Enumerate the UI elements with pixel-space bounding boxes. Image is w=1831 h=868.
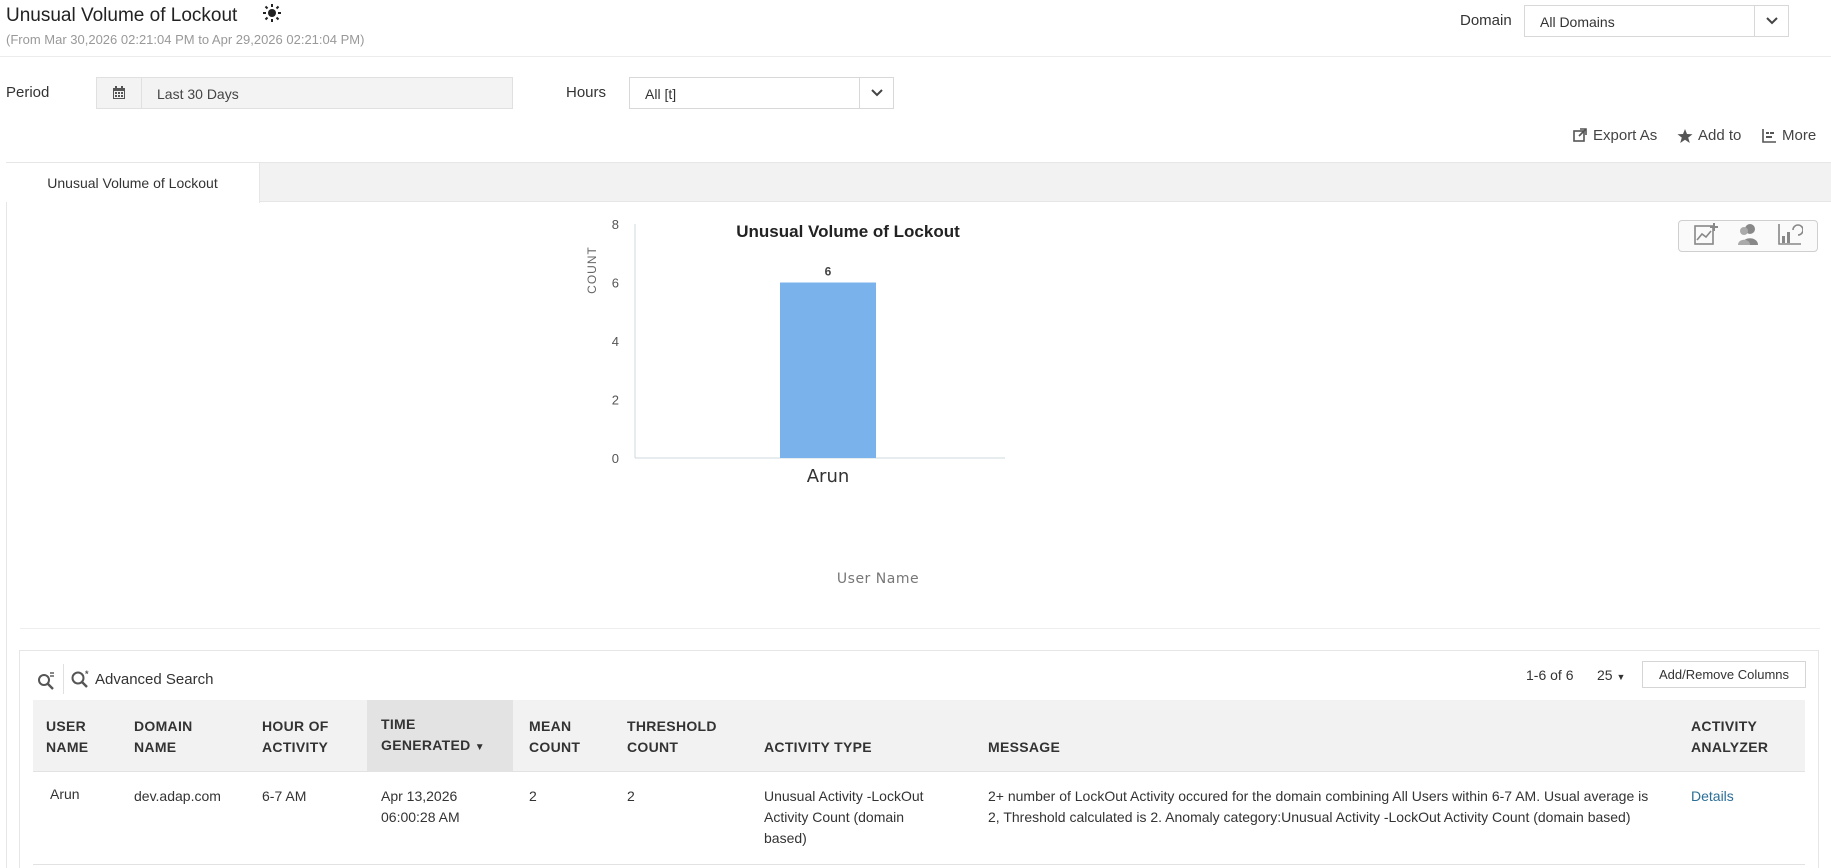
cell-message: 2+ number of LockOut Activity occured fo… xyxy=(988,788,1649,825)
date-range: (From Mar 30,2026 02:21:04 PM to Apr 29,… xyxy=(6,32,365,47)
row-divider xyxy=(33,864,1805,865)
column-activity-type[interactable]: ACTIVITY TYPE xyxy=(749,700,973,772)
bulb-icon[interactable] xyxy=(262,3,282,23)
col-line1: ACTIVITY xyxy=(1691,718,1758,734)
details-link[interactable]: Details xyxy=(1691,786,1734,807)
page-size-select[interactable]: 25 ▼ xyxy=(1597,667,1625,683)
svg-text:*: * xyxy=(85,670,89,679)
advanced-search-icon: * xyxy=(71,670,89,688)
advanced-search-button[interactable]: * Advanced Search xyxy=(70,670,213,688)
more-button[interactable]: More xyxy=(1762,127,1816,144)
header-divider xyxy=(0,56,1831,57)
col-line1: HOUR OF xyxy=(262,718,329,734)
domain-select[interactable]: All Domains xyxy=(1524,5,1789,37)
period-label: Period xyxy=(6,84,50,101)
more-label: More xyxy=(1782,127,1817,144)
export-as-label: Export As xyxy=(1593,127,1658,144)
column-user-name[interactable]: USER NAME xyxy=(33,700,121,772)
advanced-search-label: Advanced Search xyxy=(95,670,214,688)
col-line1: DOMAIN xyxy=(134,718,193,734)
cell-mean-count: 2 xyxy=(529,788,537,804)
cell-threshold-count: 2 xyxy=(627,788,635,804)
tab-bar xyxy=(6,162,1831,202)
cell-time-generated-date: Apr 13,2026 xyxy=(381,788,458,804)
bar-chart: Unusual Volume of Lockout COUNT User Nam… xyxy=(585,218,1005,587)
export-as-button[interactable]: Export As xyxy=(1573,127,1657,144)
star-icon xyxy=(1677,128,1693,143)
y-tick-label: 0 xyxy=(612,451,619,466)
x-axis-label: User Name xyxy=(837,571,919,587)
period-picker[interactable]: Last 30 Days xyxy=(96,77,513,109)
page-size-value: 25 xyxy=(1597,667,1613,683)
domain-label: Domain xyxy=(1460,12,1512,29)
data-label: 6 xyxy=(825,265,832,279)
col-line2: NAME xyxy=(46,739,89,755)
column-hour-of-activity[interactable]: HOUR OF ACTIVITY xyxy=(249,700,367,772)
hours-select[interactable]: All [t] xyxy=(629,77,894,109)
hours-select-value: All [t] xyxy=(645,86,677,102)
pagination-info: 1-6 of 6 xyxy=(1526,667,1574,683)
chart-divider xyxy=(20,628,1820,629)
y-tick-label: 2 xyxy=(612,393,619,408)
col-line2: NAME xyxy=(134,739,177,755)
export-icon xyxy=(1573,128,1587,142)
cell-user-name: Arun xyxy=(50,786,80,802)
add-remove-columns-button[interactable]: Add/Remove Columns xyxy=(1642,661,1806,688)
col-line2: ACTIVITY xyxy=(262,739,329,755)
chart-refresh-icon[interactable] xyxy=(1777,222,1804,250)
cell-domain-name: dev.adap.com xyxy=(134,788,221,804)
y-tick-label: 8 xyxy=(612,218,619,232)
col-line2: ACTIVITY TYPE xyxy=(764,739,872,755)
caret-down-icon: ▼ xyxy=(1616,672,1626,682)
column-message[interactable]: MESSAGE xyxy=(973,700,1683,772)
col-line2: COUNT xyxy=(627,739,679,755)
chevron-down-icon[interactable] xyxy=(1754,6,1788,36)
calendar-icon[interactable] xyxy=(97,78,142,108)
col-line2: GENERATED xyxy=(381,737,471,753)
col-line1: TIME xyxy=(381,716,416,732)
user-group-icon[interactable] xyxy=(1735,222,1761,250)
add-chart-icon[interactable] xyxy=(1693,222,1719,250)
add-to-label: Add to xyxy=(1698,127,1742,144)
col-line1: USER xyxy=(46,718,87,734)
sort-desc-icon: ▼ xyxy=(474,742,485,753)
chart-tools xyxy=(1678,220,1818,252)
chart-title: Unusual Volume of Lockout xyxy=(736,222,960,241)
col-line2: ANALYZER xyxy=(1691,739,1769,755)
column-time-generated[interactable]: TIME GENERATED ▼ xyxy=(367,700,513,772)
y-tick-label: 6 xyxy=(612,276,619,291)
column-mean-count[interactable]: MEAN COUNT xyxy=(513,700,611,772)
col-line2: MESSAGE xyxy=(988,739,1061,755)
hours-label: Hours xyxy=(566,84,607,101)
chevron-down-icon[interactable] xyxy=(859,78,893,108)
cell-activity-type: Unusual Activity -LockOut Activity Count… xyxy=(764,788,924,846)
add-to-button[interactable]: Add to xyxy=(1677,127,1741,144)
period-value: Last 30 Days xyxy=(157,86,239,102)
x-tick-label: Arun xyxy=(807,466,850,487)
cell-hour-of-activity: 6-7 AM xyxy=(262,788,307,804)
domain-select-value: All Domains xyxy=(1540,14,1615,30)
y-tick-label: 4 xyxy=(612,334,619,349)
col-line1: THRESHOLD xyxy=(627,718,717,734)
tab-unusual-volume-of-lockout[interactable]: Unusual Volume of Lockout xyxy=(6,162,260,203)
column-domain-name[interactable]: DOMAIN NAME xyxy=(121,700,249,772)
bar xyxy=(780,282,876,458)
more-icon xyxy=(1762,129,1776,143)
search-divider xyxy=(63,664,64,694)
cell-time-generated-time: 06:00:28 AM xyxy=(381,809,460,825)
column-threshold-count[interactable]: THRESHOLD COUNT xyxy=(611,700,749,772)
cell-time-generated: Apr 13,2026 06:00:28 AM xyxy=(381,786,460,828)
quick-search-icon[interactable] xyxy=(36,671,56,691)
col-line1: MEAN xyxy=(529,718,572,734)
y-axis-label: COUNT xyxy=(585,246,599,294)
col-line2: COUNT xyxy=(529,739,581,755)
column-activity-analyzer[interactable]: ACTIVITY ANALYZER xyxy=(1683,700,1805,772)
page-title: Unusual Volume of Lockout xyxy=(6,5,238,26)
